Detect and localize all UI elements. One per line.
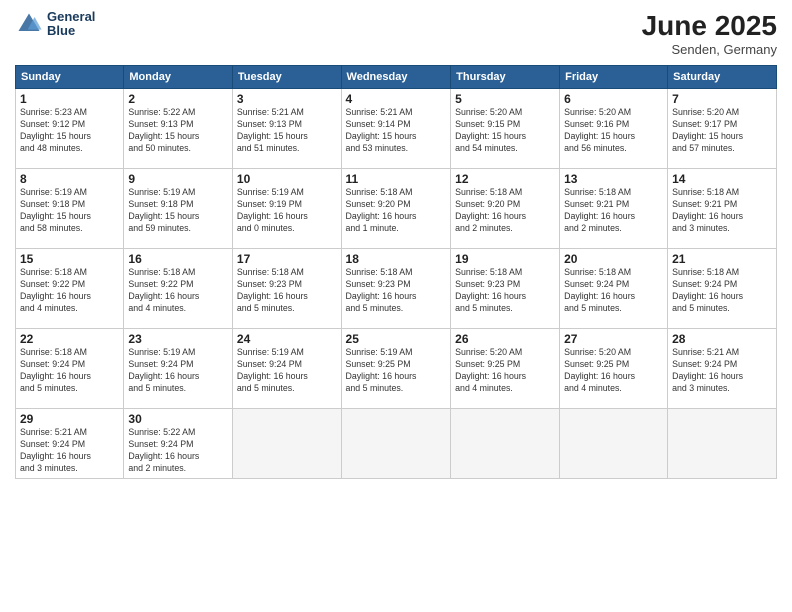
day-29: 29 Sunrise: 5:21 AMSunset: 9:24 PMDaylig… [16, 409, 124, 479]
day-10: 10 Sunrise: 5:19 AMSunset: 9:19 PMDaylig… [232, 169, 341, 249]
logo-text: General Blue [47, 10, 95, 39]
day-6: 6 Sunrise: 5:20 AMSunset: 9:16 PMDayligh… [560, 89, 668, 169]
day-20: 20 Sunrise: 5:18 AMSunset: 9:24 PMDaylig… [560, 249, 668, 329]
day-26: 26 Sunrise: 5:20 AMSunset: 9:25 PMDaylig… [451, 329, 560, 409]
empty-cell-5 [668, 409, 777, 479]
day-16: 16 Sunrise: 5:18 AMSunset: 9:22 PMDaylig… [124, 249, 233, 329]
logo-line1: General [47, 10, 95, 24]
header-tuesday: Tuesday [232, 66, 341, 89]
day-24: 24 Sunrise: 5:19 AMSunset: 9:24 PMDaylig… [232, 329, 341, 409]
day-3: 3 Sunrise: 5:21 AMSunset: 9:13 PMDayligh… [232, 89, 341, 169]
day-11: 11 Sunrise: 5:18 AMSunset: 9:20 PMDaylig… [341, 169, 451, 249]
day-14: 14 Sunrise: 5:18 AMSunset: 9:21 PMDaylig… [668, 169, 777, 249]
day-15: 15 Sunrise: 5:18 AMSunset: 9:22 PMDaylig… [16, 249, 124, 329]
day-2: 2 Sunrise: 5:22 AMSunset: 9:13 PMDayligh… [124, 89, 233, 169]
day-22: 22 Sunrise: 5:18 AMSunset: 9:24 PMDaylig… [16, 329, 124, 409]
day-19: 19 Sunrise: 5:18 AMSunset: 9:23 PMDaylig… [451, 249, 560, 329]
week-row-5: 29 Sunrise: 5:21 AMSunset: 9:24 PMDaylig… [16, 409, 777, 479]
day-7: 7 Sunrise: 5:20 AMSunset: 9:17 PMDayligh… [668, 89, 777, 169]
week-row-2: 8 Sunrise: 5:19 AMSunset: 9:18 PMDayligh… [16, 169, 777, 249]
header-thursday: Thursday [451, 66, 560, 89]
location-subtitle: Senden, Germany [642, 42, 777, 57]
weekday-header-row: Sunday Monday Tuesday Wednesday Thursday… [16, 66, 777, 89]
empty-cell-2 [341, 409, 451, 479]
empty-cell-3 [451, 409, 560, 479]
calendar-page: General Blue June 2025 Senden, Germany S… [0, 0, 792, 612]
week-row-3: 15 Sunrise: 5:18 AMSunset: 9:22 PMDaylig… [16, 249, 777, 329]
day-27: 27 Sunrise: 5:20 AMSunset: 9:25 PMDaylig… [560, 329, 668, 409]
week-row-4: 22 Sunrise: 5:18 AMSunset: 9:24 PMDaylig… [16, 329, 777, 409]
day-4: 4 Sunrise: 5:21 AMSunset: 9:14 PMDayligh… [341, 89, 451, 169]
empty-cell-1 [232, 409, 341, 479]
header: General Blue June 2025 Senden, Germany [15, 10, 777, 57]
week-row-1: 1 Sunrise: 5:23 AMSunset: 9:12 PMDayligh… [16, 89, 777, 169]
header-wednesday: Wednesday [341, 66, 451, 89]
day-28: 28 Sunrise: 5:21 AMSunset: 9:24 PMDaylig… [668, 329, 777, 409]
day-8: 8 Sunrise: 5:19 AMSunset: 9:18 PMDayligh… [16, 169, 124, 249]
logo-line2: Blue [47, 24, 95, 38]
day-12: 12 Sunrise: 5:18 AMSunset: 9:20 PMDaylig… [451, 169, 560, 249]
day-18: 18 Sunrise: 5:18 AMSunset: 9:23 PMDaylig… [341, 249, 451, 329]
day-13: 13 Sunrise: 5:18 AMSunset: 9:21 PMDaylig… [560, 169, 668, 249]
calendar-table: Sunday Monday Tuesday Wednesday Thursday… [15, 65, 777, 479]
header-monday: Monday [124, 66, 233, 89]
day-9: 9 Sunrise: 5:19 AMSunset: 9:18 PMDayligh… [124, 169, 233, 249]
logo-icon [15, 10, 43, 38]
day-17: 17 Sunrise: 5:18 AMSunset: 9:23 PMDaylig… [232, 249, 341, 329]
day-25: 25 Sunrise: 5:19 AMSunset: 9:25 PMDaylig… [341, 329, 451, 409]
header-sunday: Sunday [16, 66, 124, 89]
day-23: 23 Sunrise: 5:19 AMSunset: 9:24 PMDaylig… [124, 329, 233, 409]
header-saturday: Saturday [668, 66, 777, 89]
logo: General Blue [15, 10, 95, 39]
month-title: June 2025 [642, 10, 777, 42]
day-1: 1 Sunrise: 5:23 AMSunset: 9:12 PMDayligh… [16, 89, 124, 169]
empty-cell-4 [560, 409, 668, 479]
day-30: 30 Sunrise: 5:22 AMSunset: 9:24 PMDaylig… [124, 409, 233, 479]
title-block: June 2025 Senden, Germany [642, 10, 777, 57]
header-friday: Friday [560, 66, 668, 89]
day-21: 21 Sunrise: 5:18 AMSunset: 9:24 PMDaylig… [668, 249, 777, 329]
day-5: 5 Sunrise: 5:20 AMSunset: 9:15 PMDayligh… [451, 89, 560, 169]
